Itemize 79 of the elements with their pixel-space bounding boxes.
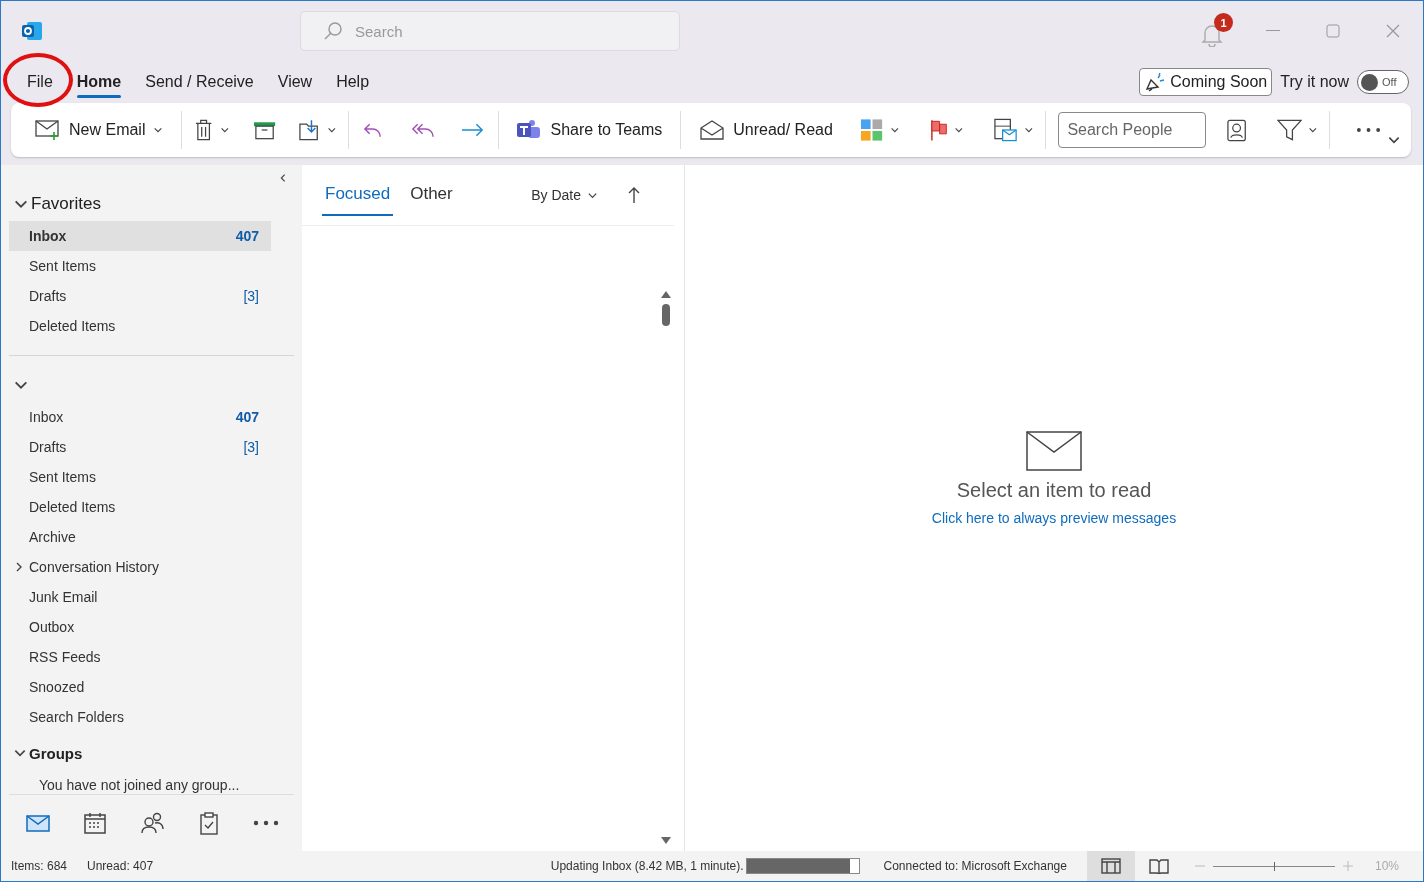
ribbon-tab[interactable]: Home xyxy=(64,64,134,100)
status-text: Unread: 407 xyxy=(87,859,154,873)
caret-icon xyxy=(219,125,230,135)
unread-count: [3] xyxy=(243,288,259,304)
caret-icon xyxy=(889,125,900,135)
ribbon-tab[interactable]: Help xyxy=(324,64,382,100)
status-text: Updating Inbox (8.42 MB, 1 minute). xyxy=(550,859,744,873)
folder-item[interactable]: Inbox 407 xyxy=(9,221,271,251)
zoom-percentage: 10% xyxy=(1374,859,1399,873)
section-title[interactable]: Favorites xyxy=(31,194,101,214)
ribbon-tab[interactable]: File xyxy=(15,64,65,100)
folder-item[interactable]: Junk Email xyxy=(9,582,271,612)
folder-item[interactable]: Drafts [3] xyxy=(9,281,271,311)
folder-item[interactable]: Deleted Items xyxy=(9,311,271,341)
address-book-icon[interactable] xyxy=(1226,118,1248,142)
folder-item[interactable]: RSS Feeds xyxy=(9,642,271,672)
search-icon xyxy=(323,21,343,41)
app-logo-icon xyxy=(21,20,43,42)
unread-count: 407 xyxy=(235,409,259,425)
empty-state-title: Select an item to read xyxy=(956,478,1152,502)
people-icon[interactable] xyxy=(139,811,164,835)
status-text: Connected to: Microsoft Exchange xyxy=(883,859,1067,873)
open-envelope-icon xyxy=(699,119,726,141)
more-icon[interactable] xyxy=(1355,126,1381,134)
coming-soon-button[interactable]: Coming Soon xyxy=(1139,68,1273,96)
inbox-tab[interactable]: Focused xyxy=(322,174,394,216)
scroll-down-icon[interactable] xyxy=(661,837,671,845)
caret-icon xyxy=(326,125,337,135)
trash-icon[interactable] xyxy=(194,118,214,142)
category-squares-icon[interactable] xyxy=(860,118,884,142)
scroll-thumb[interactable] xyxy=(662,304,670,326)
envelope-plus-icon xyxy=(35,119,61,141)
folder-item[interactable]: Snoozed xyxy=(9,672,271,702)
caret-icon xyxy=(153,125,164,135)
caret-icon xyxy=(953,125,964,135)
book-icon[interactable] xyxy=(1148,858,1169,874)
flag-icon[interactable] xyxy=(928,118,948,142)
inbox-tab[interactable]: Other xyxy=(407,174,456,216)
collapse-pane-icon xyxy=(278,173,288,183)
share-to-teams-button[interactable]: Share to Teams xyxy=(510,110,669,150)
filter-icon[interactable] xyxy=(1276,118,1302,142)
unread-read-button[interactable]: Unread/ Read xyxy=(693,110,839,150)
search-people-field[interactable]: Search People xyxy=(1058,112,1207,148)
mail-tray-icon[interactable] xyxy=(992,117,1018,143)
section-title[interactable]: Groups xyxy=(29,744,83,762)
status-text: Items: 684 xyxy=(11,859,68,873)
try-it-now-label: Try it now xyxy=(1280,73,1349,91)
unread-count: [3] xyxy=(243,439,259,455)
move-folder-icon[interactable] xyxy=(297,118,321,142)
folder-item[interactable]: Sent Items xyxy=(9,251,271,281)
unread-count: 407 xyxy=(235,228,259,244)
folder-item[interactable]: Deleted Items xyxy=(9,492,271,522)
preview-messages-link[interactable]: Click here to always preview messages xyxy=(931,509,1177,526)
folder-item[interactable]: Conversation History xyxy=(9,552,271,582)
envelope-icon xyxy=(1026,430,1082,471)
folder-item[interactable]: Inbox 407 xyxy=(9,402,271,432)
ribbon-tab[interactable]: Send / Receive xyxy=(133,64,266,100)
groups-note: You have not joined any group... xyxy=(38,776,241,794)
sort-arrow-icon[interactable] xyxy=(628,186,640,204)
search-placeholder: Search xyxy=(355,22,403,40)
megaphone-icon xyxy=(1144,72,1167,92)
folder-item[interactable]: Sent Items xyxy=(9,462,271,492)
more-icon[interactable] xyxy=(251,819,280,827)
calendar-icon[interactable] xyxy=(82,811,107,835)
folder-item[interactable]: Drafts [3] xyxy=(9,432,271,462)
new-email-button[interactable]: New Email xyxy=(29,110,170,150)
bell-icon[interactable] xyxy=(1201,23,1223,47)
caret-icon xyxy=(1307,125,1318,135)
archive-icon[interactable] xyxy=(252,119,276,141)
scroll-up-icon[interactable] xyxy=(661,290,671,298)
ribbon-tab[interactable]: View xyxy=(265,64,325,100)
caret-icon xyxy=(1023,125,1034,135)
folder-item[interactable]: Archive xyxy=(9,522,271,552)
folder-item[interactable]: Search Folders xyxy=(9,702,271,732)
sort-by-date-button[interactable]: By Date xyxy=(531,187,598,203)
notification-badge: 1 xyxy=(1214,13,1233,32)
normal-view-icon[interactable] xyxy=(1100,858,1121,874)
folder-item[interactable]: Outbox xyxy=(9,612,271,642)
toggle-switch[interactable]: Off xyxy=(1357,70,1409,94)
